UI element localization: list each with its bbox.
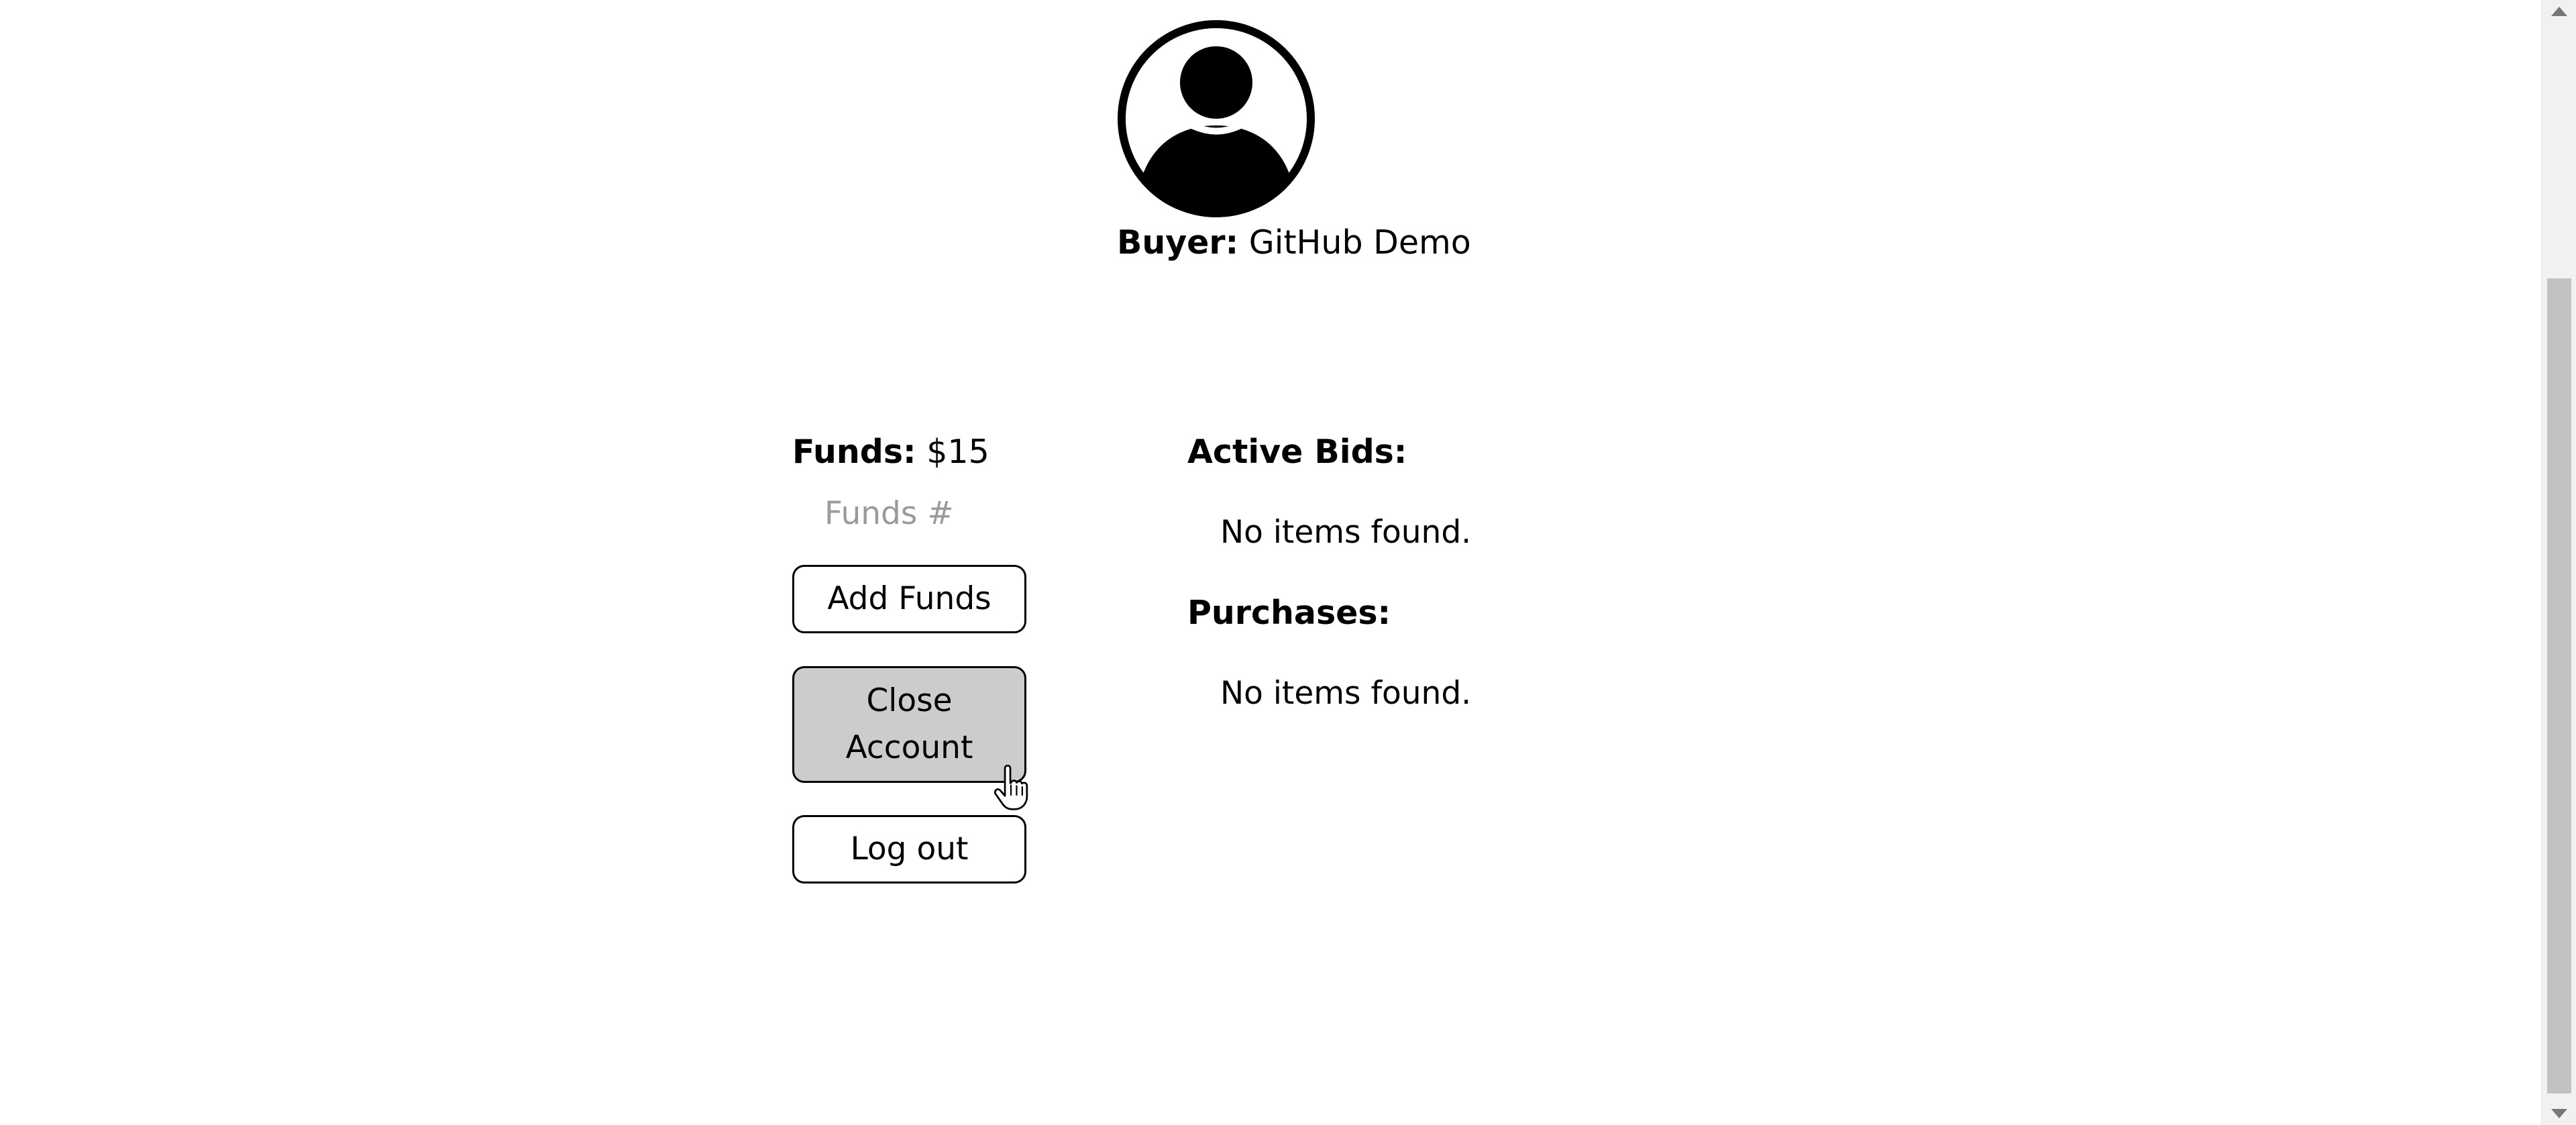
log-out-label: Log out: [850, 831, 969, 867]
buyer-name: GitHub Demo: [1248, 223, 1471, 262]
purchases-title: Purchases:: [1187, 594, 1391, 632]
funds-amount: $15: [926, 433, 989, 471]
funds-label: Funds:: [792, 433, 916, 471]
add-funds-label: Add Funds: [827, 580, 991, 617]
buyer-label: Buyer:: [1117, 223, 1239, 262]
profile-page: Buyer: GitHub Demo Funds: $15 Add Funds …: [0, 0, 2576, 1125]
active-bids-empty-message: No items found.: [1220, 514, 1472, 551]
close-account-label: Close Account: [845, 682, 973, 766]
log-out-button[interactable]: Log out: [792, 815, 1026, 883]
purchases-empty-message: No items found.: [1220, 675, 1472, 712]
scroll-down-arrow-icon[interactable]: [2551, 1109, 2567, 1118]
hand-pointer-icon: [994, 765, 1028, 810]
buyer-info: Buyer: GitHub Demo: [1117, 221, 1471, 264]
add-funds-button[interactable]: Add Funds: [792, 565, 1026, 633]
active-bids-title: Active Bids:: [1187, 433, 1407, 471]
user-avatar-icon: [1118, 20, 1315, 217]
funds-amount-input[interactable]: [792, 490, 1027, 537]
vertical-scrollbar[interactable]: [2541, 0, 2576, 1125]
scroll-up-arrow-icon[interactable]: [2551, 7, 2567, 16]
scrollbar-thumb[interactable]: [2547, 278, 2571, 1093]
funds-balance: Funds: $15: [792, 431, 989, 474]
